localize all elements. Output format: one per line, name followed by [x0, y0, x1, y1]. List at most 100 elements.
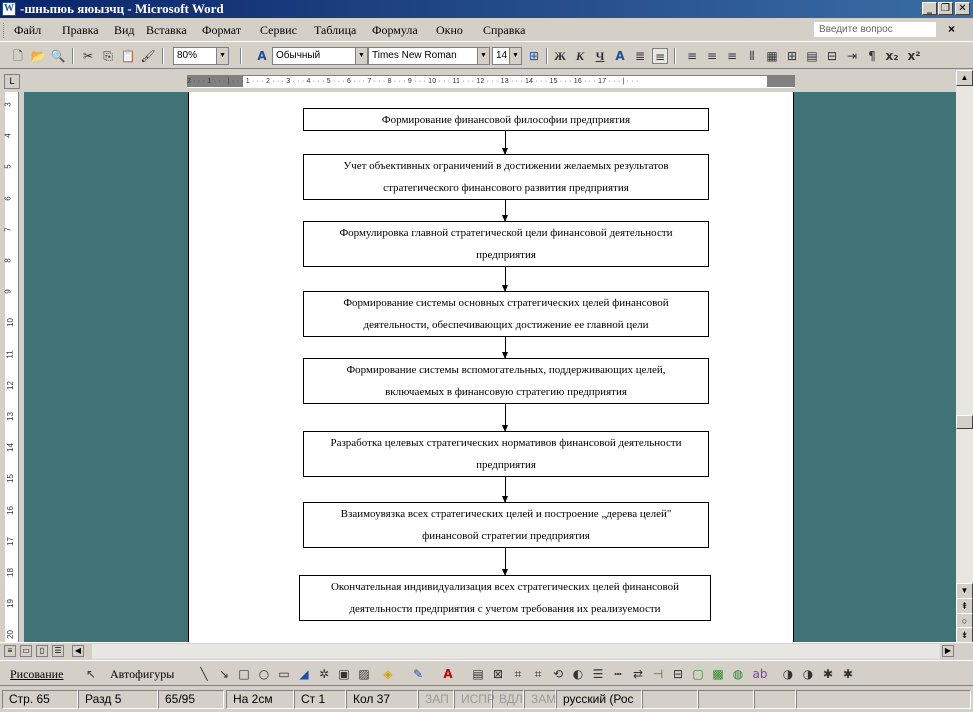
- ruler-strip[interactable]: 2 · · · 1 · · · | · · · 1 · · · 2 · · · …: [187, 75, 795, 88]
- scroll-left-icon[interactable]: ◀: [72, 645, 84, 657]
- paste-icon[interactable]: 📋: [120, 48, 136, 64]
- document-page[interactable]: Формирование финансовой философии предпр…: [188, 92, 794, 642]
- doc-close-icon[interactable]: ×: [948, 22, 955, 36]
- menu-formula[interactable]: Формула: [372, 23, 418, 38]
- excel-table-icon[interactable]: ▤: [804, 48, 820, 64]
- bold-button[interactable]: Ж: [552, 48, 568, 64]
- clipart-icon[interactable]: ▣: [336, 666, 352, 682]
- indent-icon[interactable]: ⇥: [844, 48, 860, 64]
- scroll-down-icon[interactable]: ▼: [956, 583, 973, 599]
- spelling-icon[interactable]: ab: [752, 666, 768, 682]
- menu-window[interactable]: Окно: [436, 23, 463, 38]
- scroll-thumb[interactable]: [956, 415, 973, 429]
- menu-file[interactable]: Файл: [14, 23, 41, 38]
- prev-page-icon[interactable]: ⇞: [956, 598, 973, 614]
- chevron-down-icon[interactable]: ▼: [509, 48, 521, 64]
- dash-style-icon[interactable]: ⊠: [490, 666, 506, 682]
- outline-view-icon[interactable]: ☰: [52, 645, 64, 657]
- menu-tools[interactable]: Сервис: [260, 23, 297, 38]
- textbox-icon[interactable]: ▭: [276, 666, 292, 682]
- restore-button[interactable]: ❐: [938, 2, 953, 15]
- line-icon[interactable]: ╲: [196, 666, 212, 682]
- cylinder-icon[interactable]: ◍: [730, 666, 746, 682]
- shadow-icon[interactable]: ◐: [570, 666, 586, 682]
- word-app-icon[interactable]: W: [2, 2, 16, 16]
- print-view-icon[interactable]: ▯: [36, 645, 48, 657]
- font-color-icon[interactable]: A: [440, 666, 456, 682]
- rotate-icon[interactable]: ⟲: [550, 666, 566, 682]
- style-select[interactable]: Обычный ▼: [272, 47, 368, 65]
- menu-table[interactable]: Таблица: [314, 23, 356, 38]
- columns-icon[interactable]: ⫴: [744, 48, 760, 64]
- menu-edit[interactable]: Правка: [62, 23, 99, 38]
- scroll-track[interactable]: [956, 86, 973, 596]
- normal-view-icon[interactable]: ≡: [4, 645, 16, 657]
- vertical-ruler[interactable]: 3456789101112131415161718192021: [4, 92, 19, 671]
- ungroup-icon[interactable]: ⌗: [530, 666, 546, 682]
- autoshapes-menu[interactable]: Автофигуры: [110, 667, 174, 682]
- status-ext[interactable]: ВДЛ: [492, 690, 524, 709]
- diagram-icon[interactable]: ✲: [316, 666, 332, 682]
- scroll-right-icon[interactable]: ▶: [942, 645, 954, 657]
- arrow-style-icon[interactable]: ⇄: [630, 666, 646, 682]
- group-icon[interactable]: ⌗: [510, 666, 526, 682]
- 3d-icon[interactable]: ▩: [710, 666, 726, 682]
- align-left-icon[interactable]: ≡: [684, 48, 700, 64]
- text-direction-icon[interactable]: ≣: [632, 48, 648, 64]
- font-size-select[interactable]: 14 ▼: [492, 47, 522, 65]
- font-select[interactable]: Times New Roman ▼: [368, 47, 490, 65]
- status-trk[interactable]: ИСПР: [454, 690, 495, 709]
- h-scroll-track[interactable]: [92, 644, 940, 659]
- draw-menu[interactable]: Рисование: [10, 667, 63, 682]
- scroll-up-icon[interactable]: ▲: [956, 70, 973, 86]
- copy-icon[interactable]: ⎘: [100, 48, 116, 64]
- picture-icon[interactable]: ▨: [356, 666, 372, 682]
- web-view-icon[interactable]: ▭: [20, 645, 32, 657]
- vertical-scrollbar[interactable]: ▲ ▼ ⇞ ○ ⇟: [956, 70, 973, 643]
- menu-help[interactable]: Справка: [483, 23, 525, 38]
- status-language[interactable]: русский (Рос: [556, 690, 642, 709]
- status-rec[interactable]: ЗАП: [418, 690, 454, 709]
- rectangle-icon[interactable]: □: [236, 666, 252, 682]
- align-center-icon[interactable]: ≡: [704, 48, 720, 64]
- subscript-icon[interactable]: x₂: [884, 48, 900, 64]
- close-button[interactable]: ✕: [955, 2, 970, 15]
- underline-button[interactable]: Ч: [592, 48, 608, 64]
- frame-icon[interactable]: ▢: [690, 666, 706, 682]
- chevron-down-icon[interactable]: ▼: [216, 48, 228, 64]
- next-page-icon[interactable]: ⇟: [956, 627, 973, 643]
- grow-font-icon[interactable]: ⊞: [526, 48, 542, 64]
- print-preview-icon[interactable]: 🔍: [50, 48, 66, 64]
- menu-view[interactable]: Вид: [114, 23, 135, 38]
- menu-grip[interactable]: [3, 23, 6, 38]
- minimize-button[interactable]: _: [922, 2, 937, 15]
- justify-icon[interactable]: ≡: [652, 48, 668, 64]
- chevron-down-icon[interactable]: ▼: [477, 48, 489, 64]
- wordart-icon[interactable]: ◢: [296, 666, 312, 682]
- margins-icon[interactable]: ⊟: [670, 666, 686, 682]
- insert-table-icon[interactable]: ⊞: [784, 48, 800, 64]
- italic-button[interactable]: К: [572, 48, 588, 64]
- dash-line-icon[interactable]: ┅: [610, 666, 626, 682]
- chevron-down-icon[interactable]: ▼: [355, 48, 367, 64]
- cut-icon[interactable]: ✂: [80, 48, 96, 64]
- grid-icon[interactable]: ⊟: [824, 48, 840, 64]
- flip-icon[interactable]: ✱: [820, 666, 836, 682]
- menu-insert[interactable]: Вставка: [146, 23, 187, 38]
- show-marks-icon[interactable]: ¶: [864, 48, 880, 64]
- superscript-icon[interactable]: x²: [906, 48, 922, 64]
- new-doc-icon[interactable]: 🗋: [10, 48, 26, 64]
- font-color-button[interactable]: A: [612, 48, 628, 64]
- format-painter-icon[interactable]: 🖌: [140, 48, 156, 64]
- table-icon[interactable]: ▦: [764, 48, 780, 64]
- menu-format[interactable]: Формат: [202, 23, 241, 38]
- fill-color-icon[interactable]: ◈: [380, 666, 396, 682]
- align-objects-icon[interactable]: ◑: [780, 666, 796, 682]
- help-search-input[interactable]: Введите вопрос: [814, 22, 936, 37]
- open-icon[interactable]: 📂: [30, 48, 46, 64]
- more-icon[interactable]: ✱: [840, 666, 856, 682]
- tab-selector[interactable]: L: [4, 74, 20, 89]
- status-ovr[interactable]: ЗАМ: [524, 690, 556, 709]
- arrow-icon[interactable]: ↘: [216, 666, 232, 682]
- thick-line-icon[interactable]: ☰: [590, 666, 606, 682]
